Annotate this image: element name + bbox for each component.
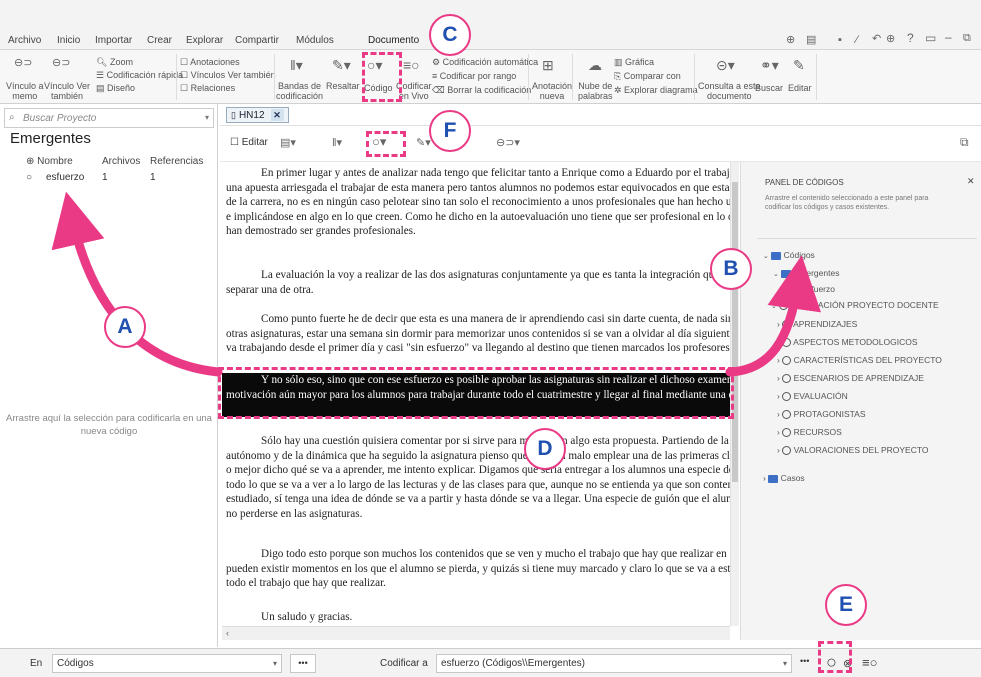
arrow-a: [51, 191, 223, 377]
highlight-toolbar-code: [366, 131, 406, 157]
highlight-statusbar-code: [818, 641, 852, 673]
arrow-b: [725, 255, 822, 377]
highlight-selection: [218, 367, 734, 419]
callout-a: A: [104, 306, 146, 348]
callout-f: F: [429, 110, 471, 152]
callout-e: E: [825, 584, 867, 626]
callout-b: B: [710, 248, 752, 290]
annotation-arrows: [51, 191, 822, 377]
callout-d: D: [524, 428, 566, 470]
app-window: { "menu": ["Archivo","Inicio","Importar"…: [0, 0, 981, 677]
callout-c: C: [429, 14, 471, 56]
highlight-ribbon-code: [362, 52, 402, 102]
